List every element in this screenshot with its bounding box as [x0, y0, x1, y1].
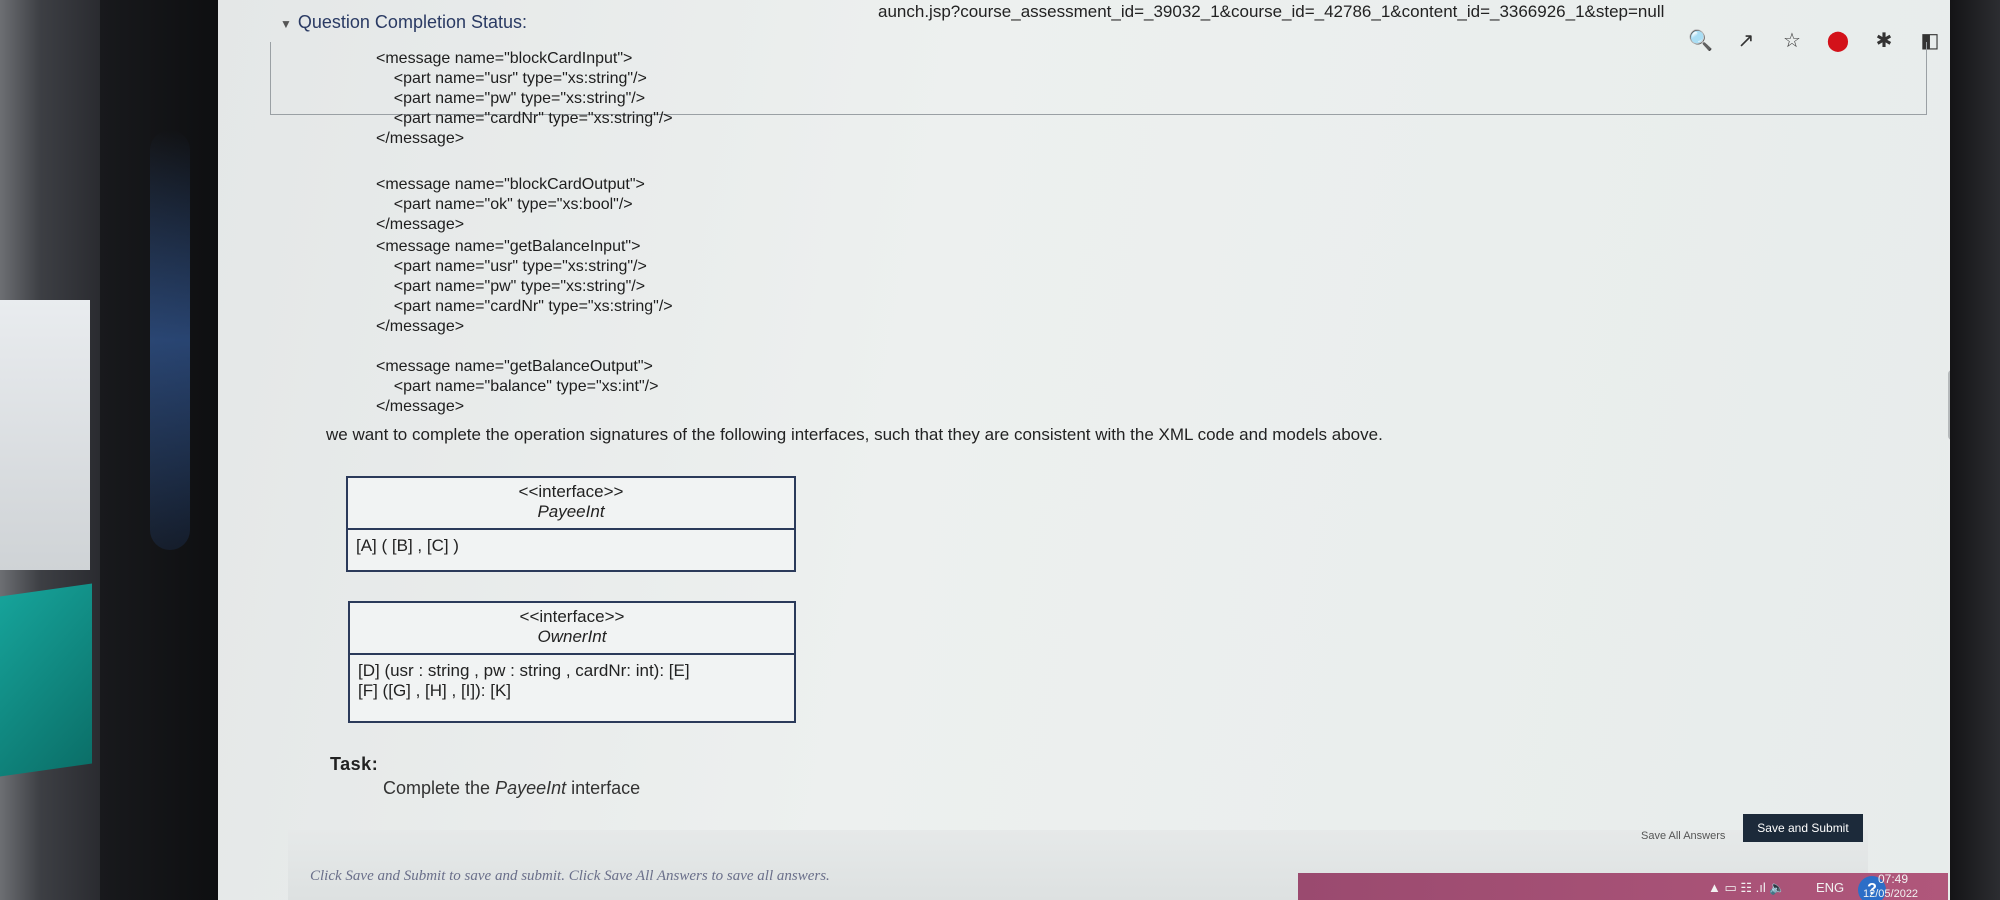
- code-line: <part name="cardNr" type="xs:string"/>: [376, 298, 673, 315]
- uml-operation: [A] ( [B] , [C] ): [356, 536, 459, 555]
- question-prompt: we want to complete the operation signat…: [326, 425, 1383, 444]
- uml-operation: [F] ([G] , [H] , [I]): [K]: [358, 681, 512, 700]
- language-indicator[interactable]: ENG: [1816, 880, 1844, 895]
- code-line: <message name="getBalanceOutput">: [376, 358, 653, 375]
- save-all-answers-button[interactable]: Save All Answers: [1633, 826, 1733, 846]
- uml-interface-name: OwnerInt: [537, 627, 607, 646]
- uml-operations: [D] (usr : string , pw : string , cardNr…: [350, 655, 794, 707]
- uml-header: <<interface>> PayeeInt: [348, 478, 794, 530]
- bezel-glare: [150, 130, 190, 550]
- screen: aunch.jsp?course_assessment_id=_39032_1&…: [218, 0, 1950, 900]
- task-label: Task:: [330, 754, 379, 774]
- code-line: <part name="pw" type="xs:string"/>: [376, 90, 646, 107]
- code-line: <message name="blockCardInput">: [376, 50, 633, 67]
- code-line: </message>: [376, 130, 465, 147]
- uml-header: <<interface>> OwnerInt: [350, 603, 794, 655]
- code-line: <part name="pw" type="xs:string"/>: [376, 278, 646, 295]
- code-line: <message name="getBalanceInput">: [376, 238, 641, 255]
- collapse-triangle-icon[interactable]: ▼: [280, 17, 292, 31]
- code-line: <message name="blockCardOutput">: [376, 176, 645, 193]
- code-line: <part name="cardNr" type="xs:string"/>: [376, 110, 673, 127]
- footer-instructions: Click Save and Submit to save and submit…: [310, 868, 830, 884]
- uml-interface-payeeint: <<interface>> PayeeInt [A] ( [B] , [C] ): [346, 476, 796, 572]
- code-line: <part name="balance" type="xs:int"/>: [376, 378, 659, 395]
- status-label: Question Completion Status:: [297, 12, 528, 32]
- task-text-prefix: Complete the: [383, 778, 496, 798]
- code-line: </message>: [376, 398, 465, 415]
- code-line: </message>: [376, 318, 465, 335]
- code-line: <part name="ok" type="xs:bool"/>: [376, 196, 633, 213]
- tray-icons[interactable]: ▲ ▭ ☷ .ıl 🔈: [1708, 880, 1786, 896]
- monitor-bezel-right: [1950, 0, 2000, 900]
- uml-operation: [D] (usr : string , pw : string , cardNr…: [358, 661, 690, 680]
- address-bar[interactable]: aunch.jsp?course_assessment_id=_39032_1&…: [878, 2, 1664, 22]
- desk-paper: [0, 300, 90, 570]
- uml-stereotype: <<interface>>: [518, 482, 624, 501]
- code-line: </message>: [376, 216, 465, 233]
- code-line: <part name="usr" type="xs:string"/>: [376, 70, 647, 87]
- task-interface-name: PayeeInt: [495, 778, 567, 798]
- uml-interface-name: PayeeInt: [537, 502, 605, 521]
- page-scrollbar[interactable]: [1948, 90, 1950, 870]
- task-text-suffix: interface: [566, 778, 641, 798]
- windows-taskbar: [1298, 873, 1948, 900]
- clock-time: 07:49: [1878, 872, 1909, 886]
- scrollbar-thumb[interactable]: [1948, 370, 1950, 440]
- clock-date: 12/05/2022: [1863, 888, 1919, 900]
- uml-operations: [A] ( [B] , [C] ): [348, 530, 794, 562]
- task-text: Complete the PayeeInt interface: [383, 778, 640, 799]
- save-and-submit-button[interactable]: Save and Submit: [1743, 814, 1863, 842]
- desk-book: [0, 583, 92, 777]
- question-completion-status[interactable]: ▼ Question Completion Status:: [280, 12, 527, 33]
- uml-interface-ownerint: <<interface>> OwnerInt [D] (usr : string…: [348, 601, 796, 723]
- code-line: <part name="usr" type="xs:string"/>: [376, 258, 647, 275]
- uml-stereotype: <<interface>>: [519, 607, 625, 626]
